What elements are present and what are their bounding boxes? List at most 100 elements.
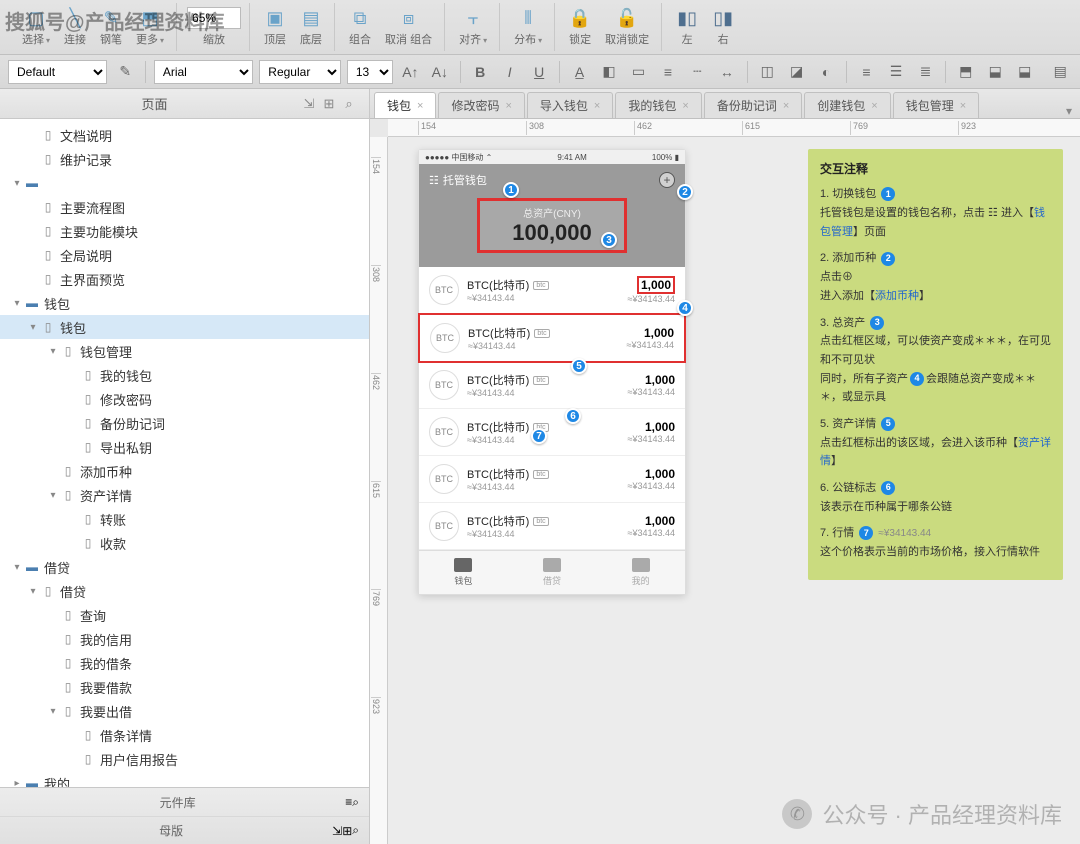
- close-icon[interactable]: ×: [783, 100, 789, 112]
- close-icon[interactable]: ×: [871, 100, 877, 112]
- copy-style-button[interactable]: ✎: [113, 60, 136, 84]
- tree-item[interactable]: ▯我的信用: [0, 627, 369, 651]
- coin-row[interactable]: BTC BTC(比特币) btc≈¥34143.44 1,000≈¥34143.…: [419, 409, 685, 456]
- coin-row[interactable]: BTC BTC(比特币) btc≈¥34143.44 1,000≈¥34143.…: [419, 503, 685, 550]
- connect-tool[interactable]: ╲连接: [60, 5, 90, 49]
- document-tab[interactable]: 备份助记词×: [704, 92, 802, 118]
- italic-button[interactable]: I: [498, 60, 521, 84]
- align-right-button[interactable]: ≣: [914, 60, 937, 84]
- pages-add-icon[interactable]: ⊞: [319, 94, 339, 114]
- widgets-search-icon[interactable]: ⌕: [352, 795, 359, 810]
- design-canvas[interactable]: ●●●●● 中国移动 ⌃9:41 AM100% ▮ ☷ 托管钱包 + 总资产(C…: [388, 137, 1080, 844]
- tree-item[interactable]: ▯主要流程图: [0, 195, 369, 219]
- pages-search-icon[interactable]: ⌕: [339, 94, 359, 114]
- tree-item[interactable]: ▯维护记录: [0, 147, 369, 171]
- widgets-menu-icon[interactable]: ≡: [345, 795, 352, 809]
- close-icon[interactable]: ×: [682, 100, 688, 112]
- wallet-switch-icon[interactable]: ☷: [429, 174, 439, 187]
- opacity-button[interactable]: ◐: [814, 60, 837, 84]
- group-button[interactable]: ⧉组合: [345, 5, 375, 49]
- weight-select[interactable]: Regular: [259, 60, 341, 84]
- masters-export-icon[interactable]: ⇲: [332, 824, 342, 838]
- phone-tab[interactable]: 钱包: [419, 551, 508, 594]
- valign-bot-button[interactable]: ⬓: [1013, 60, 1036, 84]
- tree-item[interactable]: ▾▬钱包: [0, 291, 369, 315]
- masters-add-icon[interactable]: ⊞: [342, 824, 352, 838]
- tree-item[interactable]: ▯备份助记词: [0, 411, 369, 435]
- tree-item[interactable]: ▯借条详情: [0, 723, 369, 747]
- tree-item[interactable]: ▾▬借贷: [0, 555, 369, 579]
- tree-item[interactable]: ▯我要借款: [0, 675, 369, 699]
- outer-shadow-button[interactable]: ◫: [755, 60, 778, 84]
- tree-item[interactable]: ▾▯钱包管理: [0, 339, 369, 363]
- inner-shadow-button[interactable]: ◪: [785, 60, 808, 84]
- tree-item[interactable]: ▯文档说明: [0, 123, 369, 147]
- size-select[interactable]: 13: [347, 60, 393, 84]
- bold-button[interactable]: B: [468, 60, 491, 84]
- tree-item[interactable]: ▾▯钱包: [0, 315, 369, 339]
- tabs-overflow-button[interactable]: ▾: [1058, 104, 1080, 118]
- coin-row[interactable]: BTC BTC(比特币) btc≈¥34143.44 1,000≈¥34143.…: [419, 362, 685, 409]
- underline-button[interactable]: U: [527, 60, 550, 84]
- more-tool[interactable]: ⬒更多: [132, 5, 168, 49]
- tree-item[interactable]: ▯收款: [0, 531, 369, 555]
- valign-top-button[interactable]: ⬒: [954, 60, 977, 84]
- align-center-button[interactable]: ☰: [884, 60, 907, 84]
- phone-tab[interactable]: 我的: [596, 551, 685, 594]
- document-tab[interactable]: 钱包管理×: [893, 92, 979, 118]
- tree-item[interactable]: ▸▬我的: [0, 771, 369, 787]
- phone-tab[interactable]: 借贷: [508, 551, 597, 594]
- document-tab[interactable]: 钱包×: [374, 92, 436, 118]
- text-color-button[interactable]: A̲: [568, 60, 591, 84]
- select-tool[interactable]: ▢选择: [18, 5, 54, 49]
- document-tab[interactable]: 导入钱包×: [527, 92, 613, 118]
- masters-search-icon[interactable]: ⌕: [352, 823, 359, 838]
- align-button[interactable]: ⫟对齐: [455, 5, 491, 49]
- document-tab[interactable]: 创建钱包×: [804, 92, 890, 118]
- bring-front-button[interactable]: ▣顶层: [260, 5, 290, 49]
- tree-item[interactable]: ▯查询: [0, 603, 369, 627]
- document-tab[interactable]: 我的钱包×: [615, 92, 701, 118]
- style-select[interactable]: Default: [8, 60, 107, 84]
- document-tab[interactable]: 修改密码×: [438, 92, 524, 118]
- coin-row[interactable]: BTC BTC(比特币) btc≈¥34143.44 1,000≈¥34143.…: [419, 456, 685, 503]
- valign-mid-button[interactable]: ⬓: [984, 60, 1007, 84]
- send-back-button[interactable]: ▤底层: [296, 5, 326, 49]
- tree-item[interactable]: ▯转账: [0, 507, 369, 531]
- masters-panel-header[interactable]: 母版 ⇲ ⊞ ⌕: [0, 816, 369, 844]
- dock-right-button[interactable]: ▯▮右: [708, 5, 738, 49]
- close-icon[interactable]: ×: [594, 100, 600, 112]
- pages-export-icon[interactable]: ⇲: [299, 94, 319, 114]
- close-icon[interactable]: ×: [505, 100, 511, 112]
- distribute-button[interactable]: ⦀分布: [510, 5, 546, 49]
- dock-left-button[interactable]: ▮▯左: [672, 5, 702, 49]
- tree-item[interactable]: ▾▯资产详情: [0, 483, 369, 507]
- tree-item[interactable]: ▯我的借条: [0, 651, 369, 675]
- tree-item[interactable]: ▾▯我要出借: [0, 699, 369, 723]
- tree-item[interactable]: ▯用户信用报告: [0, 747, 369, 771]
- zoom-input[interactable]: [187, 7, 241, 29]
- tree-item[interactable]: ▾▬: [0, 171, 369, 195]
- font-select[interactable]: Arial: [154, 60, 253, 84]
- unlock-button[interactable]: 🔓取消锁定: [601, 5, 653, 49]
- line-style-button[interactable]: ┄: [686, 60, 709, 84]
- tree-item[interactable]: ▯主界面预览: [0, 267, 369, 291]
- coin-row[interactable]: BTC BTC(比特币) btc≈¥34143.44 1,000≈¥34143.…: [418, 313, 686, 363]
- tree-item[interactable]: ▯导出私钥: [0, 435, 369, 459]
- close-icon[interactable]: ×: [417, 100, 423, 112]
- line-width-button[interactable]: ≡: [656, 60, 679, 84]
- arrow-button[interactable]: ↔: [715, 60, 738, 84]
- widgets-panel-header[interactable]: 元件库 ≡ ⌕: [0, 788, 369, 816]
- tree-item[interactable]: ▾▯借贷: [0, 579, 369, 603]
- tree-item[interactable]: ▯添加币种: [0, 459, 369, 483]
- size-up-button[interactable]: A↑: [399, 60, 422, 84]
- tree-item[interactable]: ▯修改密码: [0, 387, 369, 411]
- pen-tool[interactable]: ✎钢笔: [96, 5, 126, 49]
- ungroup-button[interactable]: ⧈取消 组合: [381, 5, 436, 49]
- border-color-button[interactable]: ▭: [627, 60, 650, 84]
- tree-item[interactable]: ▯主要功能模块: [0, 219, 369, 243]
- align-left-button[interactable]: ≡: [855, 60, 878, 84]
- coin-row[interactable]: BTC BTC(比特币) btc≈¥34143.44 1,000≈¥34143.…: [419, 267, 685, 314]
- add-coin-button[interactable]: +: [659, 172, 675, 188]
- size-down-button[interactable]: A↓: [428, 60, 451, 84]
